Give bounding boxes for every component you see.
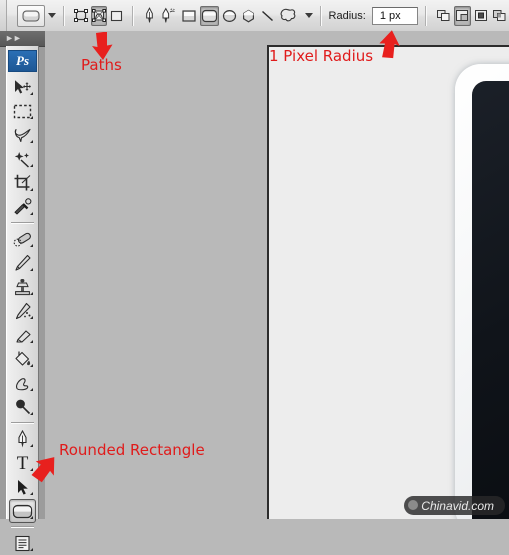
flyout-triangle-icon — [30, 164, 33, 167]
rounded-rectangle-shape[interactable] — [455, 64, 509, 519]
flyout-triangle-icon — [30, 212, 33, 215]
ellipse-tool-button[interactable] — [221, 6, 238, 26]
fill-pixels-icon — [110, 10, 122, 21]
clone-stamp-tool[interactable] — [9, 275, 36, 299]
watermark-dot-icon — [408, 500, 419, 510]
radius-label: Radius: — [328, 9, 366, 22]
pen-tool-button[interactable] — [142, 6, 157, 26]
shape-layers-icon — [73, 9, 88, 22]
blur-tool[interactable] — [9, 371, 36, 395]
custom-shape-tool-button[interactable] — [278, 6, 298, 26]
brush-tool[interactable] — [9, 251, 36, 275]
annotation-rounded-rectangle-label: Rounded Rectangle — [59, 441, 205, 459]
annotation-arrow-rounded-rectangle — [31, 457, 55, 483]
exclude-path-icon — [493, 10, 506, 21]
flyout-triangle-icon — [30, 188, 33, 191]
flyout-triangle-icon — [30, 548, 33, 551]
flyout-triangle-icon — [30, 244, 33, 247]
chevron-down-icon[interactable] — [47, 13, 56, 18]
flyout-triangle-icon — [30, 340, 33, 343]
rectangle-icon — [182, 9, 196, 22]
exclude-overlapping-path-areas-button[interactable] — [491, 6, 508, 26]
flyout-triangle-icon — [30, 412, 33, 415]
flyout-triangle-icon — [30, 444, 33, 447]
current-tool-preview[interactable] — [16, 4, 45, 27]
subtract-path-icon — [456, 10, 468, 21]
rounded-rectangle-tool[interactable] — [9, 499, 36, 523]
flyout-triangle-icon — [30, 316, 33, 319]
options-bar-grip[interactable] — [0, 0, 7, 31]
tool-divider — [11, 222, 34, 224]
line-icon — [261, 10, 273, 21]
polygon-tool-button[interactable] — [240, 6, 257, 26]
document-window[interactable]: Chinavid.com — [267, 45, 509, 519]
rectangular-marquee-tool[interactable] — [9, 99, 36, 123]
flyout-triangle-icon — [30, 268, 33, 271]
watermark: Chinavid.com — [404, 496, 505, 515]
notes-tool[interactable] — [9, 531, 36, 555]
freeform-pen-icon — [162, 7, 175, 23]
flyout-triangle-icon — [30, 492, 33, 495]
rounded-rectangle-tool-button[interactable] — [199, 5, 219, 26]
flyout-triangle-icon — [30, 116, 33, 119]
double-chevron-right-icon[interactable]: ►► — [5, 34, 22, 43]
tool-preset-picker[interactable] — [16, 4, 56, 27]
intersect-path-areas-button[interactable] — [473, 6, 489, 26]
rounded-rectangle-icon — [201, 9, 217, 22]
crop-tool[interactable] — [9, 171, 36, 195]
divider — [131, 5, 134, 26]
notes-icon — [15, 535, 30, 551]
tool-divider — [11, 526, 34, 528]
add-path-icon — [437, 10, 450, 21]
pen-icon — [145, 7, 153, 23]
line-tool-button[interactable] — [259, 6, 276, 26]
fill-pixels-button[interactable] — [109, 6, 124, 26]
dodge-tool[interactable] — [9, 395, 36, 419]
tool-strip: Ps T — [6, 46, 39, 551]
pen-icon — [18, 429, 27, 447]
eraser-tool[interactable] — [9, 323, 36, 347]
move-tool[interactable] — [9, 75, 36, 99]
flyout-triangle-icon — [30, 292, 33, 295]
shape-layers-button[interactable] — [73, 6, 89, 26]
flyout-triangle-icon — [30, 92, 33, 95]
add-to-path-area-button[interactable] — [435, 6, 452, 26]
paths-icon — [91, 9, 106, 22]
paths-button[interactable] — [90, 5, 107, 26]
divider — [319, 5, 322, 26]
divider — [425, 5, 427, 26]
tool-panel: ►► Ps T — [0, 31, 45, 551]
tool-panel-header[interactable]: ►► — [0, 31, 45, 47]
annotation-paths-label: Paths — [81, 56, 122, 74]
shape-inner-screen — [472, 81, 509, 519]
polygon-icon — [242, 9, 254, 23]
gradient-tool[interactable] — [9, 347, 36, 371]
flyout-triangle-icon — [30, 364, 33, 367]
flyout-triangle-icon — [30, 140, 33, 143]
pen-tool[interactable] — [9, 427, 36, 451]
options-bar: Radius: 1 px — [0, 0, 509, 32]
annotation-arrow-pixel-radius — [379, 30, 400, 59]
subtract-from-path-area-button[interactable] — [454, 5, 471, 26]
flyout-triangle-icon — [30, 388, 33, 391]
tool-divider — [11, 422, 34, 424]
lasso-tool[interactable] — [9, 123, 36, 147]
ellipse-icon — [222, 9, 236, 22]
radius-input[interactable]: 1 px — [371, 6, 419, 25]
photoshop-logo: Ps — [8, 50, 37, 72]
history-brush-tool[interactable] — [9, 299, 36, 323]
shape-options-chevron-down-icon[interactable] — [304, 13, 313, 18]
freeform-pen-tool-button[interactable] — [159, 6, 178, 26]
type-icon: T — [16, 452, 29, 474]
annotation-pixel-radius-label: 1 Pixel Radius — [269, 47, 374, 65]
custom-shape-icon — [280, 8, 296, 22]
spot-healing-brush-tool[interactable] — [9, 227, 36, 251]
rounded-rectangle-shape-icon — [22, 10, 40, 21]
rectangle-tool-button[interactable] — [180, 6, 198, 26]
quick-selection-tool[interactable] — [9, 147, 36, 171]
intersect-path-icon — [475, 10, 487, 21]
divider — [62, 5, 65, 26]
watermark-label: Chinavid.com — [421, 498, 494, 513]
eyedropper-tool[interactable] — [9, 195, 36, 219]
